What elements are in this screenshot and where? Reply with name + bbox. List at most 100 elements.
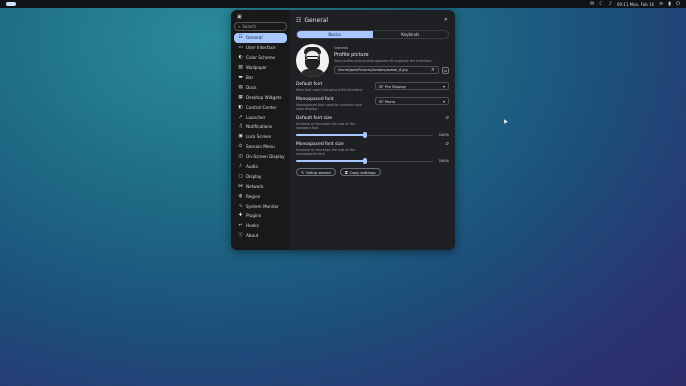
sidebar-item-launcher[interactable]: ➚ Launcher (234, 112, 287, 122)
sliders-icon: ☷ (238, 35, 243, 41)
default-font-desc: Main font used throughout the interface. (296, 88, 364, 92)
sidebar-item-label: Hooks (246, 223, 259, 229)
globe-icon: ◍ (238, 193, 243, 199)
workspace-indicator[interactable] (6, 2, 16, 6)
clock[interactable]: 09:11 Mon, Feb 16 (617, 2, 654, 7)
moon-icon[interactable]: ☾ (599, 1, 603, 7)
sidebar-item-label: About (246, 233, 259, 239)
profile-path-field[interactable]: /home/jake/Pictures/Avatars/avatar_8.jpg… (334, 66, 439, 74)
sidebar-item-label: On-Screen Display (246, 154, 285, 160)
wand-icon: ✎ (301, 169, 305, 175)
sidebar-item-label: Wallpaper (246, 65, 267, 71)
slider-handle[interactable] (362, 132, 367, 138)
sidebar-item-bar[interactable]: ▬ Bar (234, 73, 287, 83)
image-icon: ▨ (238, 65, 243, 71)
default-size-slider[interactable] (296, 132, 433, 138)
profile-path-value: /home/jake/Pictures/Avatars/avatar_8.jpg (338, 68, 408, 72)
browse-image-button[interactable]: ▭ (442, 66, 449, 74)
default-size-setting: Default font size Increase or decrease t… (296, 116, 449, 138)
reset-icon[interactable]: ↺ (445, 116, 449, 121)
sidebar-item-region[interactable]: ◍ Region (234, 191, 287, 201)
sidebar-item-label: System Monitor (246, 203, 279, 209)
network-icon: ⋈ (238, 183, 243, 189)
setup-wizard-button[interactable]: ✎ Setup wizard (296, 168, 336, 176)
avatar[interactable] (296, 44, 329, 77)
default-font-select[interactable]: SF Pro Display ▾ (375, 82, 449, 90)
sidebar-item-plugins[interactable]: ✚ Plugins (234, 211, 287, 221)
sidebar-item-label: Color Scheme (246, 55, 276, 61)
sidebar-item-display[interactable]: ▢ Display (234, 171, 287, 181)
puzzle-icon: ✚ (238, 213, 243, 219)
close-icon[interactable]: ✕ (444, 17, 448, 23)
sidebar-item-label: General (246, 35, 263, 41)
chevron-down-icon: ▾ (443, 98, 445, 104)
chevron-down-icon: ▾ (443, 83, 445, 89)
search-input[interactable]: ⌕ Search (234, 22, 287, 31)
sidebar-item-label: Dock (246, 84, 257, 90)
sidebar-item-audio[interactable]: ♪ Audio (234, 162, 287, 172)
bar-icon: ▬ (238, 75, 243, 80)
copy-settings-button[interactable]: ⧉ Copy settings (339, 168, 381, 176)
sidebar-item-system-monitor[interactable]: ∿ System Monitor (234, 201, 287, 211)
tab-bar: Basics Keybinds (296, 30, 449, 39)
monitor-icon: ▭ (238, 45, 243, 51)
power-icon[interactable]: ⏻ (676, 1, 680, 7)
pulse-icon: ∿ (238, 203, 243, 209)
slider-handle[interactable] (362, 158, 367, 164)
mono-font-label: Monospaced font (296, 97, 334, 102)
sidebar-item-label: Audio (246, 164, 258, 170)
default-size-label: Default font size (296, 116, 333, 121)
sidebar: ▣ ⌕ Search ☷ General ▭ User Interface ◐ Color… (231, 10, 290, 250)
sidebar-item-on-screen-display[interactable]: ◫ On-Screen Display (234, 152, 287, 162)
sidebar-item-color-scheme[interactable]: ◐ Color Scheme (234, 53, 287, 63)
sidebar-item-label: Desktop Widgets (246, 94, 282, 100)
sidebar-item-wallpaper[interactable]: ▨ Wallpaper (234, 63, 287, 73)
sidebar-item-hooks[interactable]: ↩ Hooks (234, 221, 287, 231)
main-panel: ☷ General ✕ Basics Keybinds Greeats Prof… (290, 10, 455, 250)
settings-icon: ▣ (237, 14, 242, 20)
clear-icon[interactable]: × (431, 67, 435, 73)
dock-icon: ▤ (238, 84, 243, 90)
top-bar: ✉ ☾ ♪ 09:11 Mon, Feb 16 ≋ ▮ ⏻ (0, 0, 686, 8)
osd-icon: ◫ (238, 154, 243, 160)
mono-font-value: SF Mono (379, 98, 396, 104)
rocket-icon: ➚ (238, 114, 243, 120)
battery-icon[interactable]: ▮ (668, 1, 671, 7)
mono-size-setting: Monospaced font size Increase or decreas… (296, 142, 449, 164)
sidebar-item-label: Launcher (246, 114, 266, 120)
sidebar-item-dock[interactable]: ▤ Dock (234, 82, 287, 92)
sidebar-item-control-center[interactable]: ◧ Control Center (234, 102, 287, 112)
sidebar-item-label: Notifications (246, 124, 273, 130)
sidebar-item-label: Bar (246, 75, 254, 80)
sidebar-item-label: Display (246, 173, 262, 179)
search-icon: ⌕ (238, 24, 241, 29)
speaker-icon[interactable]: ♪ (609, 1, 612, 7)
sidebar-item-desktop-widgets[interactable]: ▦ Desktop Widgets (234, 92, 287, 102)
hook-icon: ↩ (238, 223, 243, 229)
mono-size-slider[interactable] (296, 158, 433, 164)
chat-icon[interactable]: ✉ (590, 1, 594, 7)
mono-font-select[interactable]: SF Mono ▾ (375, 97, 449, 105)
sidebar-item-network[interactable]: ⋈ Network (234, 181, 287, 191)
mono-size-value: 100% (438, 159, 449, 163)
lock-icon: ▣ (238, 134, 243, 140)
sidebar-item-session-menu[interactable]: ⏻ Session Menu (234, 142, 287, 152)
settings-window: ▣ ⌕ Search ☷ General ▭ User Interface ◐ Color… (231, 10, 455, 250)
system-tray: ✉ ☾ ♪ 09:11 Mon, Feb 16 ≋ ▮ ⏻ (590, 1, 680, 7)
wifi-icon[interactable]: ≋ (659, 1, 663, 7)
info-icon: ⓘ (238, 233, 243, 239)
copy-icon: ⧉ (344, 169, 348, 175)
sidebar-item-general[interactable]: ☷ General (234, 33, 287, 43)
tab-keybinds[interactable]: Keybinds (373, 31, 449, 38)
reset-icon[interactable]: ↺ (445, 142, 449, 147)
sidebar-item-user-interface[interactable]: ▭ User Interface (234, 43, 287, 53)
default-font-setting: Default font Main font used throughout t… (296, 82, 449, 92)
tab-basics[interactable]: Basics (297, 31, 373, 38)
profile-picture-label: Profile picture (334, 52, 369, 58)
sidebar-item-about[interactable]: ⓘ About (234, 231, 287, 241)
control-icon: ◧ (238, 104, 243, 110)
sidebar-item-notifications[interactable]: ♫ Notifications (234, 122, 287, 132)
sidebar-header: ▣ (234, 13, 287, 21)
image-icon: ▭ (443, 67, 448, 73)
sidebar-item-lock-screen[interactable]: ▣ Lock Screen (234, 132, 287, 142)
